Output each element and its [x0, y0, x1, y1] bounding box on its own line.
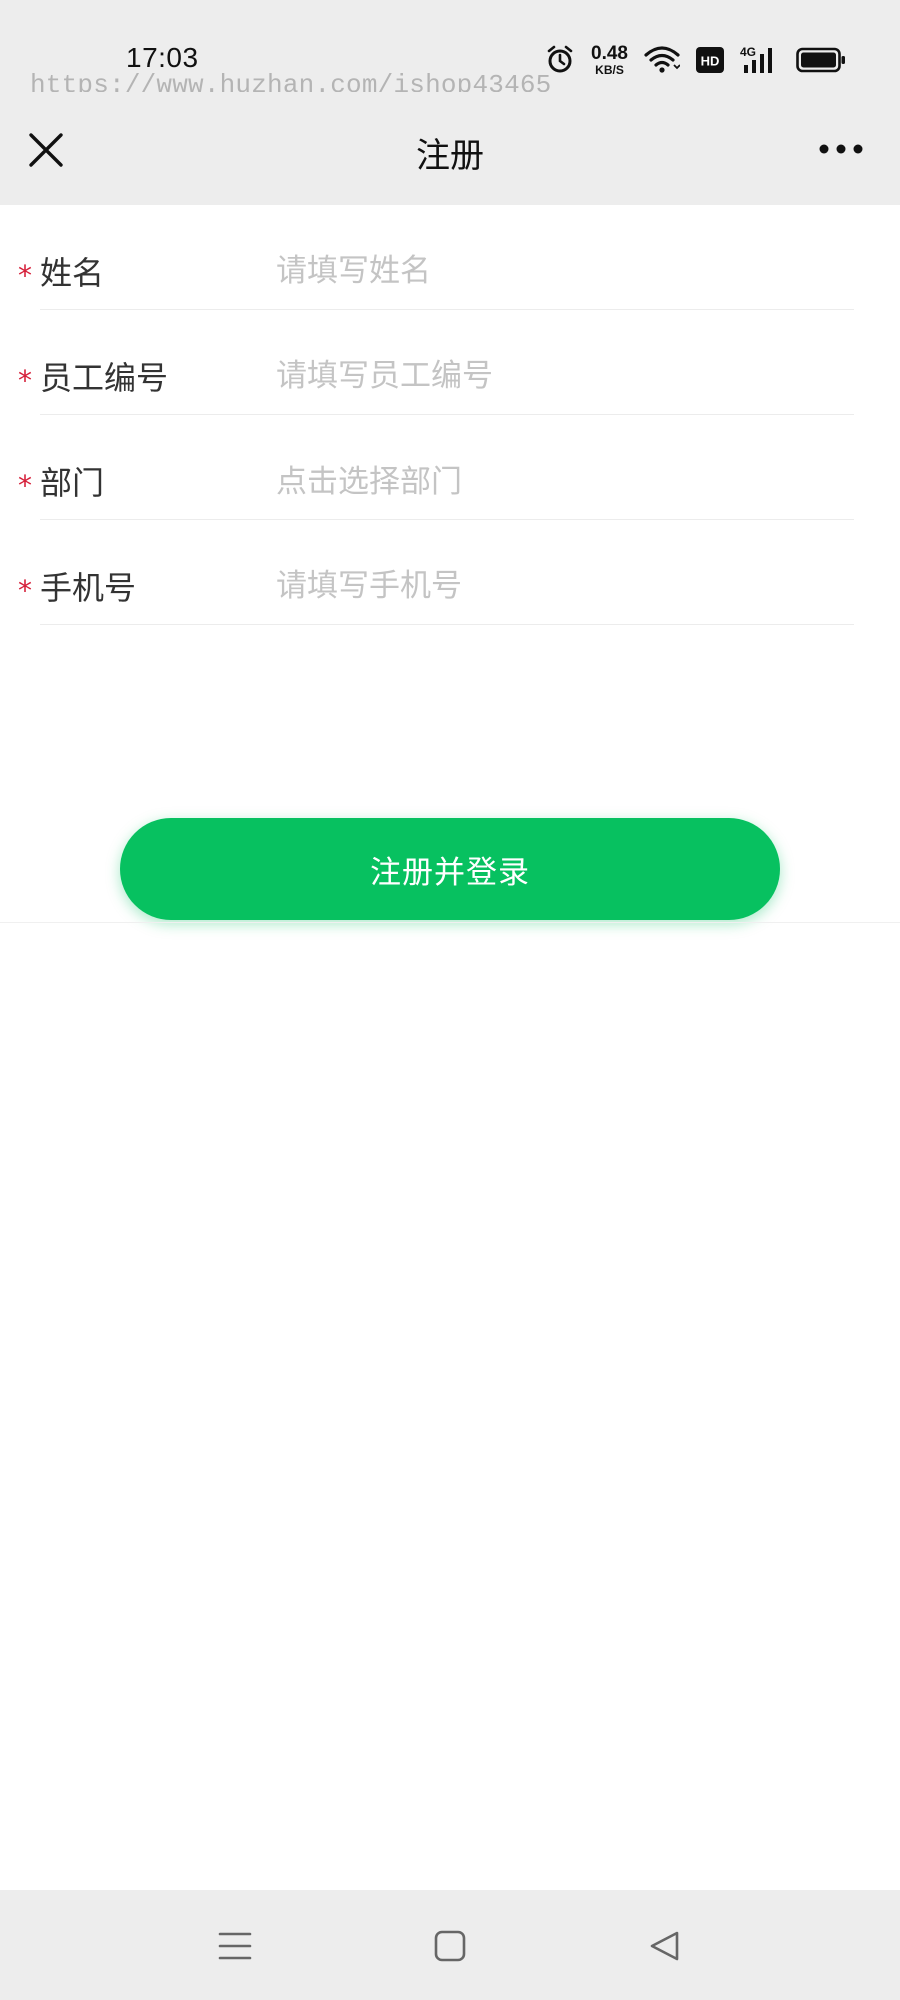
more-icon[interactable] [818, 142, 864, 156]
form-row-department: * 部门 点击选择部门 [0, 415, 900, 520]
status-bar: 17:03 https://www.huzhan.com/ishop43465 … [0, 0, 900, 100]
name-label: 姓名 [40, 254, 105, 292]
required-mark: * [18, 574, 32, 607]
net-speed-unit: KB/S [595, 63, 624, 77]
back-icon[interactable] [645, 1926, 685, 1966]
required-mark: * [18, 259, 32, 292]
content-divider [0, 922, 900, 923]
net-speed-value: 0.48 [591, 43, 628, 64]
department-label: 部门 [40, 464, 105, 502]
phone-label: 手机号 [40, 569, 137, 607]
home-icon[interactable] [430, 1926, 470, 1966]
required-mark: * [18, 364, 32, 397]
form-row-phone: * 手机号 [0, 520, 900, 625]
page-title: 注册 [416, 136, 484, 176]
network-type-text: 4G [740, 45, 756, 59]
registration-form: * 姓名 * 员工编号 * 部门 点击选择部门 * 手机号 [0, 205, 900, 625]
form-row-name: * 姓名 [0, 205, 900, 310]
form-row-employee-id: * 员工编号 [0, 310, 900, 415]
department-picker[interactable]: 点击选择部门 [276, 467, 462, 498]
system-nav-bar [0, 1890, 900, 2000]
phone-input[interactable] [276, 562, 836, 610]
alarm-icon [547, 45, 573, 73]
hd-badge-text: HD [701, 54, 720, 69]
employee-id-label: 员工编号 [40, 359, 169, 397]
nav-bar: 注册 [0, 92, 900, 205]
signal-icon: 4G [740, 45, 772, 73]
net-speed: 0.48 KB/S [591, 44, 628, 76]
name-input[interactable] [276, 247, 836, 295]
wifi-icon [644, 46, 680, 73]
menu-icon[interactable] [215, 1926, 255, 1966]
hd-icon: HD [696, 47, 724, 73]
status-icons: 0.48 KB/S HD 4G [545, 44, 846, 76]
register-and-login-button[interactable]: 注册并登录 [120, 818, 780, 920]
battery-icon [796, 47, 845, 73]
required-mark: * [18, 469, 32, 502]
employee-id-input[interactable] [276, 352, 836, 400]
row-divider [40, 624, 854, 625]
